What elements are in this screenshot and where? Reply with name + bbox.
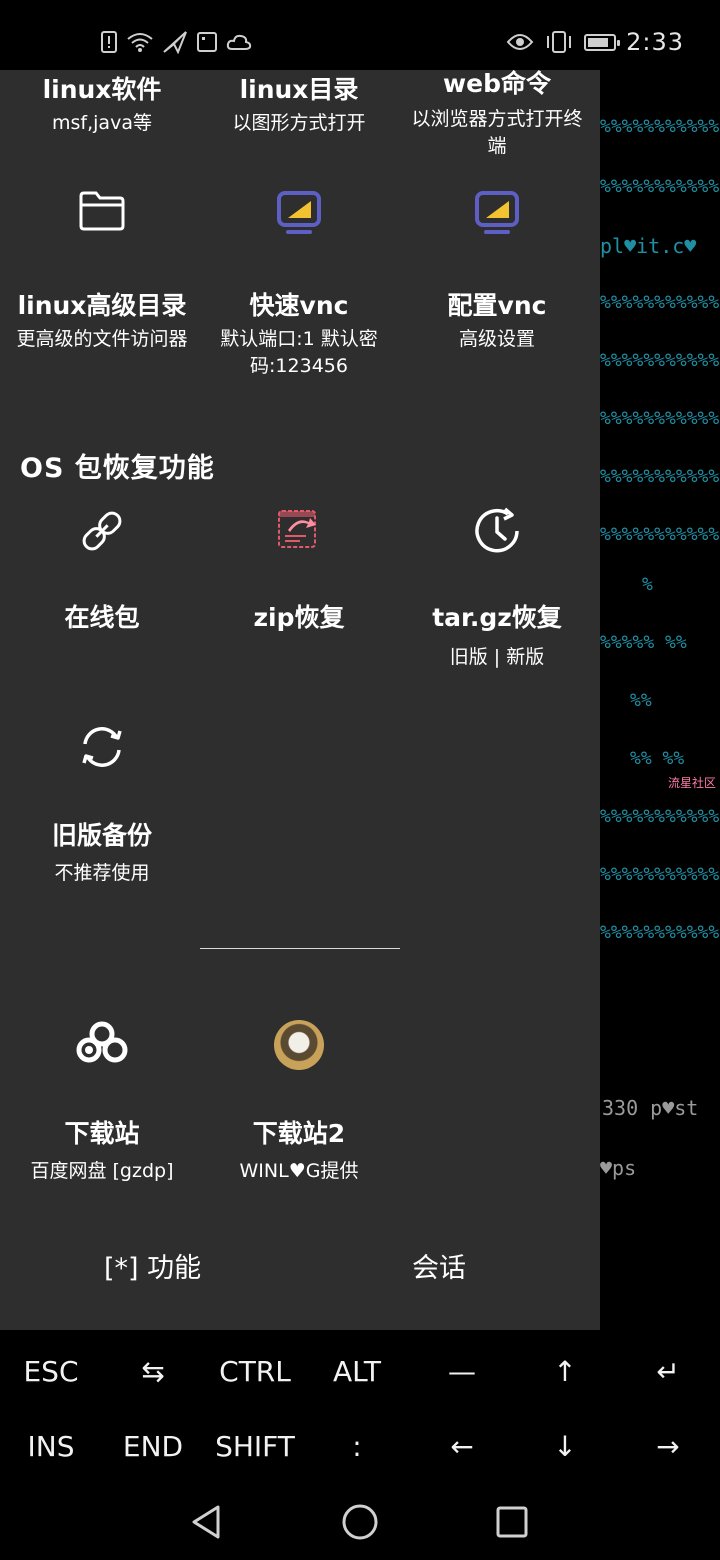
key-alt[interactable]: ALT — [306, 1334, 408, 1409]
terminal-line: %%%%%%%%%%% — [600, 116, 720, 137]
back-icon[interactable] — [186, 1502, 226, 1542]
paper-plane-icon — [162, 30, 188, 54]
item-title: 下载站2 — [252, 1119, 346, 1148]
section-title-os-restore: OS 包恢复功能 — [20, 453, 215, 484]
key-tab[interactable]: ⇆ — [102, 1334, 204, 1409]
terminal-line: %%%%%%%%%%% — [600, 408, 720, 429]
key-esc[interactable]: ESC — [0, 1334, 102, 1409]
status-bar: 2:33 — [0, 0, 720, 70]
key-left[interactable]: ← — [411, 1409, 513, 1484]
key-enter[interactable]: ↵ — [617, 1334, 719, 1409]
clock-restore-icon — [397, 506, 597, 556]
monitor-icon — [199, 190, 399, 236]
recents-icon[interactable] — [492, 1502, 532, 1542]
item-subtitle: 不推荐使用 — [54, 862, 150, 884]
key-colon[interactable]: : — [306, 1409, 408, 1484]
home-icon[interactable] — [340, 1502, 380, 1542]
item-title: 在线包 — [64, 603, 140, 632]
terminal-line: %% %% — [630, 748, 685, 769]
item-title: linux软件 — [42, 75, 162, 104]
dog-avatar — [199, 1020, 399, 1070]
key-right[interactable]: → — [617, 1409, 719, 1484]
item-subtitle: WINL♥G提供 — [239, 1160, 359, 1182]
item-title: zip恢复 — [253, 603, 345, 632]
terminal-line: %%%%%%%%%%% — [600, 806, 720, 827]
item-subtitle: msf,java等 — [52, 112, 152, 134]
battery-icon — [584, 33, 621, 51]
link-icon — [2, 506, 202, 556]
functions-button[interactable]: [*] 功能 — [104, 1246, 201, 1285]
navigation-bar — [0, 1480, 720, 1560]
terminal-line: ♥ps — [600, 1156, 637, 1180]
key-end[interactable]: END — [102, 1409, 204, 1484]
sync-icon — [2, 722, 202, 772]
terminal-line: %%%%%%%%%%% — [600, 922, 720, 943]
alert-icon — [100, 30, 118, 54]
avatar — [274, 1020, 324, 1070]
terminal-line: %%%%%%%%%%% — [600, 524, 720, 545]
baidu-cloud-icon — [2, 1020, 202, 1066]
item-subtitle: 以浏览器方式打开终端 — [411, 108, 583, 157]
key-shift[interactable]: SHIFT — [204, 1409, 306, 1484]
extra-keys-bar: ESC ⇆ CTRL ALT — ↑ ↵ INS END SHIFT : ← ↓… — [0, 1330, 720, 1480]
item-title: 旧版备份 — [51, 821, 152, 850]
cloud-icon — [226, 32, 252, 52]
terminal-line: 流星社区 — [668, 776, 717, 790]
item-subtitle: 默认端口:1 默认密码:123456 — [220, 328, 378, 377]
item-title: 下载站 — [64, 1119, 140, 1148]
terminal-line: %%%%%%%%%%% — [600, 466, 720, 487]
eye-icon — [506, 32, 534, 52]
terminal-line: %% — [630, 690, 652, 711]
item-subtitle: 旧版 | 新版 — [449, 646, 545, 668]
key-ctrl[interactable]: CTRL — [204, 1334, 306, 1409]
status-left-icons — [100, 29, 252, 55]
item-title: web命令 — [443, 70, 551, 98]
terminal-line: %%%%% %% — [600, 632, 687, 653]
item-subtitle: 高级设置 — [458, 328, 535, 350]
item-title: linux高级目录 — [17, 291, 187, 320]
terminal-line: 330 p♥st — [602, 1096, 699, 1120]
divider — [200, 948, 400, 949]
item-subtitle: 以图形方式打开 — [232, 112, 366, 134]
wifi-icon — [126, 31, 154, 53]
function-drawer: linux软件 msf,java等 linux目录 以图形方式打开 web命令 … — [0, 70, 600, 1330]
session-button[interactable]: 会话 — [412, 1246, 466, 1285]
terminal-line: %%%%%%%%%%% — [600, 292, 720, 313]
terminal-line: %%%%%%%%%%% — [600, 176, 720, 197]
terminal-background: %%%%%%%%%%% %%%%%%%%%%% pl♥it.c♥ %%%%%%%… — [600, 70, 720, 1330]
key-dash[interactable]: — — [411, 1334, 513, 1409]
item-subtitle: 百度网盘 [gzdp] — [30, 1160, 174, 1182]
monitor-icon — [397, 190, 597, 236]
item-title: 配置vnc — [447, 291, 547, 320]
folder-icon — [2, 190, 202, 232]
vibrate-icon — [544, 30, 574, 54]
key-down[interactable]: ↓ — [514, 1409, 616, 1484]
terminal-line: %%%%%%%%%%% — [600, 864, 720, 885]
item-title: 快速vnc — [249, 291, 349, 320]
sim-icon — [196, 31, 218, 53]
terminal-line: %%%%%%%%%%% — [600, 350, 720, 371]
key-ins[interactable]: INS — [0, 1409, 102, 1484]
status-right-icons: 2:33 — [506, 27, 684, 57]
key-up[interactable]: ↑ — [514, 1334, 616, 1409]
item-title: linux目录 — [239, 75, 359, 104]
item-title: tar.gz恢复 — [432, 603, 562, 632]
item-subtitle: 更高级的文件访问器 — [16, 328, 188, 350]
terminal-line: pl♥it.c♥ — [600, 234, 697, 258]
clock: 2:33 — [626, 28, 684, 56]
terminal-line: % — [642, 574, 653, 595]
archive-restore-icon — [199, 506, 399, 552]
battery-level — [588, 37, 609, 47]
